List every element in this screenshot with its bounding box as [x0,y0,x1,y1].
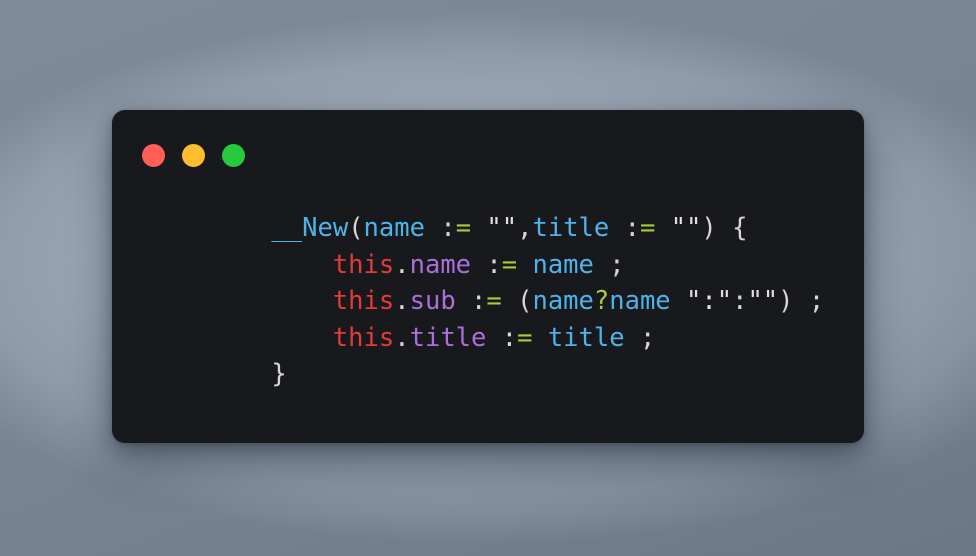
code-token-op: = [501,249,518,280]
code-token-colon: : [624,213,640,243]
code-token-punct: . [394,286,410,316]
maximize-button[interactable] [222,144,245,167]
code-token-colon: : [501,322,518,353]
code-token-colon: : [486,249,502,280]
code-token-ident: name [532,249,594,280]
code-token-this: this [332,322,395,353]
code-token-ident: title [532,213,610,243]
code-token-colon: : [440,213,456,243]
code-line: } [210,356,864,393]
code-token-string: "" [670,213,702,243]
code-token-punct: ( [517,286,533,316]
code-token-punct: ; [639,322,656,353]
code-token-colon: : [732,286,748,316]
code-token-colon: : [471,286,487,316]
code-token-ident: title [547,322,625,353]
code-token-string: ":" [686,286,733,316]
code-token-string: "" [747,286,779,316]
code-token-punct: , [517,213,533,243]
code-token-op: = [486,286,502,316]
code-token-prop: title [409,322,487,353]
code-token-punct: } [271,359,287,389]
code-token-punct: ) [701,213,717,243]
code-token-prop: name [409,249,472,280]
code-token-op: = [639,213,656,243]
code-token-punct: ; [609,249,625,280]
close-button[interactable] [142,144,165,167]
code-token-op: = [517,322,533,353]
code-line: this.name := name ; [210,247,864,284]
code-token-prop: sub [409,286,456,316]
code-line: __New(name := "",title := "") { [210,210,864,247]
code-line: this.sub := (name?name ":":"") ; [210,283,864,320]
window-titlebar [112,110,864,190]
code-token-punct: ) [778,286,794,316]
code-window: __New(name := "",title := "") { this.nam… [112,110,864,443]
code-block[interactable]: __New(name := "",title := "") { this.nam… [112,210,864,393]
code-token-punct: { [732,213,748,243]
code-token-punct: ; [808,286,825,316]
code-token-string: "" [486,213,518,243]
code-token-op: ? [593,286,610,316]
code-line: this.title := title ; [210,320,864,357]
code-token-this: this [332,249,395,280]
code-token-func: __New [271,213,349,243]
code-token-ident: name [609,286,671,316]
window-controls [142,144,245,167]
code-token-this: this [332,286,395,316]
code-token-op: = [455,213,472,243]
code-token-punct: . [394,249,410,280]
minimize-button[interactable] [182,144,205,167]
code-token-punct: . [394,322,410,353]
code-token-ident: name [532,286,594,316]
code-token-ident: name [363,213,425,243]
code-token-punct: ( [348,213,364,243]
